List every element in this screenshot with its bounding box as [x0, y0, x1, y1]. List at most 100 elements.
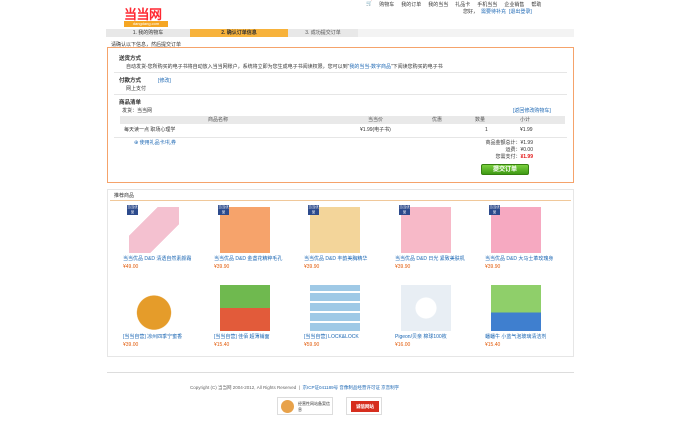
step-submit: 3. 成功提交订单 [288, 29, 358, 37]
dangdang-pick-badge: 当当优品 [127, 205, 138, 215]
product-image[interactable] [310, 285, 360, 331]
footer-divider [107, 372, 574, 373]
delivery-text-before: 自动发货-您所购买的电子书将自动放入当当网账户，系统将立即为您生成电子书阅读权限… [126, 64, 350, 70]
product-name[interactable]: 当当优品 D&D 金盏花精粹毛孔 [214, 256, 288, 263]
order-confirm-box: 送货方式 自动发货-您所购买的电子书将自动放入当当网账户，系统将立即为您生成电子… [107, 47, 574, 183]
product-image[interactable]: 当当优品 [308, 205, 360, 253]
logout-link[interactable]: [退出登录] [509, 8, 532, 15]
product-price: ¥39.90 [304, 264, 320, 270]
payment-method: 网上支付 [126, 86, 147, 92]
divider [114, 94, 567, 95]
product-image[interactable] [491, 285, 541, 331]
submit-order-button[interactable]: 提交订单 [481, 164, 529, 175]
product-name[interactable]: 当当优品 D&D 丰韵美胸精华 [304, 256, 378, 263]
record-badge[interactable]: 经营性网站备案信息 [277, 397, 333, 415]
product-card[interactable]: [当当自营] 佳佰 超薄铺面 ¥15.40 [214, 285, 288, 348]
product-card[interactable]: [当当自营] 凉州四季宁蜜香 ¥39.00 [123, 285, 197, 348]
trust-badge-text: 诚信网站 [351, 401, 379, 412]
giftcard-link[interactable]: 使用礼品卡/礼券 [140, 140, 176, 146]
dangdang-logo[interactable]: 当当网 dangdang.com [124, 4, 172, 27]
product-name[interactable]: Pigeon/贝亲 棉球100枚 [395, 334, 469, 341]
col-name: 商品名称 [208, 117, 229, 123]
goods-total: 商品金额总计：¥1.99 [472, 139, 533, 146]
step-filler [358, 29, 574, 37]
pay-total: 您需支付：¥1.99 [464, 153, 533, 160]
back-to-cart-link[interactable]: [返回修改购物车] [513, 107, 551, 114]
welcome-text: 您好， [463, 9, 479, 15]
payment-edit-link[interactable]: [修改] [158, 77, 171, 84]
record-badge-text: 经营性网站备案信息 [298, 401, 330, 412]
product-image[interactable]: 当当优品 [218, 205, 270, 253]
dangdang-pick-badge: 当当优品 [399, 205, 410, 215]
product-name[interactable]: [当当自营] LOCK&LOCK [304, 334, 378, 341]
product-name[interactable]: 蟠蟠牛 小蓝气泡玻璃清洁剂 [485, 334, 559, 341]
dangdang-pick-badge: 当当优品 [489, 205, 500, 215]
recommend-divider [110, 200, 571, 201]
product-image[interactable]: 当当优品 [127, 205, 179, 253]
copyright-text: Copyright (C) 当当网 2004-2012, All Rights … [190, 385, 297, 390]
col-price: 当当价 [368, 117, 384, 123]
recommend-title: 推荐商品 [114, 193, 135, 199]
item-qty: 1 [485, 127, 488, 133]
pay-total-label: 您需支付： [495, 154, 521, 160]
product-image[interactable]: 当当优品 [399, 205, 451, 253]
product-image[interactable]: 当当优品 [489, 205, 541, 253]
icp-link[interactable]: 京ICP证041189号 音像制品经营许可证 京音制字 [302, 385, 399, 390]
product-name[interactable]: 当当优品 D&D 大马士革玫瑰身 [485, 256, 559, 263]
recommend-box: 推荐商品 当当优品 当当优品 D&D 清透自然素颜霜 ¥49.00 当当优品 当… [107, 189, 574, 357]
product-card[interactable]: 当当优品 当当优品 D&D 金盏花精粹毛孔 ¥39.90 [214, 205, 288, 270]
divider [114, 137, 567, 138]
delivery-title: 送货方式 [119, 56, 142, 62]
product-price: ¥39.90 [214, 264, 230, 270]
shipping-total: 运费：¥0.00 [472, 146, 533, 153]
product-card[interactable]: [当当自营] LOCK&LOCK ¥59.90 [304, 285, 378, 348]
seller-text: 发货：当当网 [122, 108, 153, 114]
product-card[interactable]: Pigeon/贝亲 棉球100枚 ¥16.00 [395, 285, 469, 348]
product-price: ¥39.90 [395, 264, 411, 270]
top-nav-cart[interactable]: 购物车 [379, 1, 394, 8]
product-name[interactable]: [当当自营] 佳佰 超薄铺面 [214, 334, 288, 341]
product-image[interactable] [220, 285, 270, 331]
product-name[interactable]: [当当自营] 凉州四季宁蜜香 [123, 334, 197, 341]
product-card[interactable]: 当当优品 当当优品 D&D 日光 紧致美肤机 ¥39.90 [395, 205, 469, 270]
top-nav-help[interactable]: 帮助 [531, 1, 541, 8]
product-card[interactable]: 蟠蟠牛 小蓝气泡玻璃清洁剂 ¥15.40 [485, 285, 559, 348]
divider [114, 72, 567, 73]
col-subtotal: 小计 [520, 117, 531, 123]
delivery-text: 自动发货-您所购买的电子书将自动放入当当网账户，系统将立即为您生成电子书阅读权限… [126, 63, 443, 70]
col-discount: 优惠 [432, 117, 443, 123]
user-bar: 您好， 需要待补充 [退出登录] [463, 8, 532, 15]
username-link[interactable]: 需要待补充 [481, 8, 506, 15]
top-nav-giftcard[interactable]: 礼品卡 [455, 1, 470, 8]
trust-badge[interactable]: 诚信网站 [346, 397, 382, 415]
product-name[interactable]: 当当优品 D&D 日光 紧致美肤机 [395, 256, 469, 263]
digital-goods-link[interactable]: 我的当当-数字商品 [349, 64, 391, 70]
product-price: ¥49.00 [123, 264, 139, 270]
product-price: ¥15.40 [214, 342, 230, 348]
product-name[interactable]: 当当优品 D&D 清透自然素颜霜 [123, 256, 197, 263]
col-qty: 数量 [475, 117, 486, 123]
product-card[interactable]: 当当优品 当当优品 D&D 清透自然素颜霜 ¥49.00 [123, 205, 197, 270]
product-card[interactable]: 当当优品 当当优品 D&D 丰韵美胸精华 ¥39.90 [304, 205, 378, 270]
product-price: ¥16.00 [395, 342, 411, 348]
product-price: ¥59.90 [304, 342, 320, 348]
top-nav-mobile[interactable]: 手机当当 [477, 1, 497, 8]
checkout-steps: 1. 我的购物车 2. 确认订单信息 3. 成功提交订单 [106, 29, 574, 37]
top-nav-mydangdang[interactable]: 我的当当 [428, 1, 448, 8]
pay-total-value: ¥1.99 [520, 154, 533, 160]
step-cart: 1. 我的购物车 [106, 29, 190, 37]
item-name[interactable]: 每天读一点 职场心理学 [124, 126, 175, 134]
product-image[interactable] [401, 285, 451, 331]
top-nav: 🛒 购物车 我的订单 我的当当 礼品卡 手机当当 企业销售 帮助 [366, 1, 584, 8]
footer-copyright: Copyright (C) 当当网 2004-2012, All Rights … [190, 385, 399, 391]
product-image[interactable] [129, 285, 179, 331]
item-price: ¥1.99(电子书) [360, 127, 391, 133]
items-table-header: 商品名称 当当价 优惠 数量 小计 [120, 116, 565, 124]
product-price: ¥39.90 [485, 264, 501, 270]
delivery-text-after: ”下阅读您购买的电子书 [391, 64, 443, 70]
top-nav-orders[interactable]: 我的订单 [401, 1, 421, 8]
dangdang-pick-badge: 当当优品 [218, 205, 229, 215]
giftcard-toggle[interactable]: ⊕ 使用礼品卡/礼券 [134, 139, 176, 146]
top-nav-enterprise[interactable]: 企业销售 [504, 1, 524, 8]
product-card[interactable]: 当当优品 当当优品 D&D 大马士革玫瑰身 ¥39.90 [485, 205, 559, 270]
